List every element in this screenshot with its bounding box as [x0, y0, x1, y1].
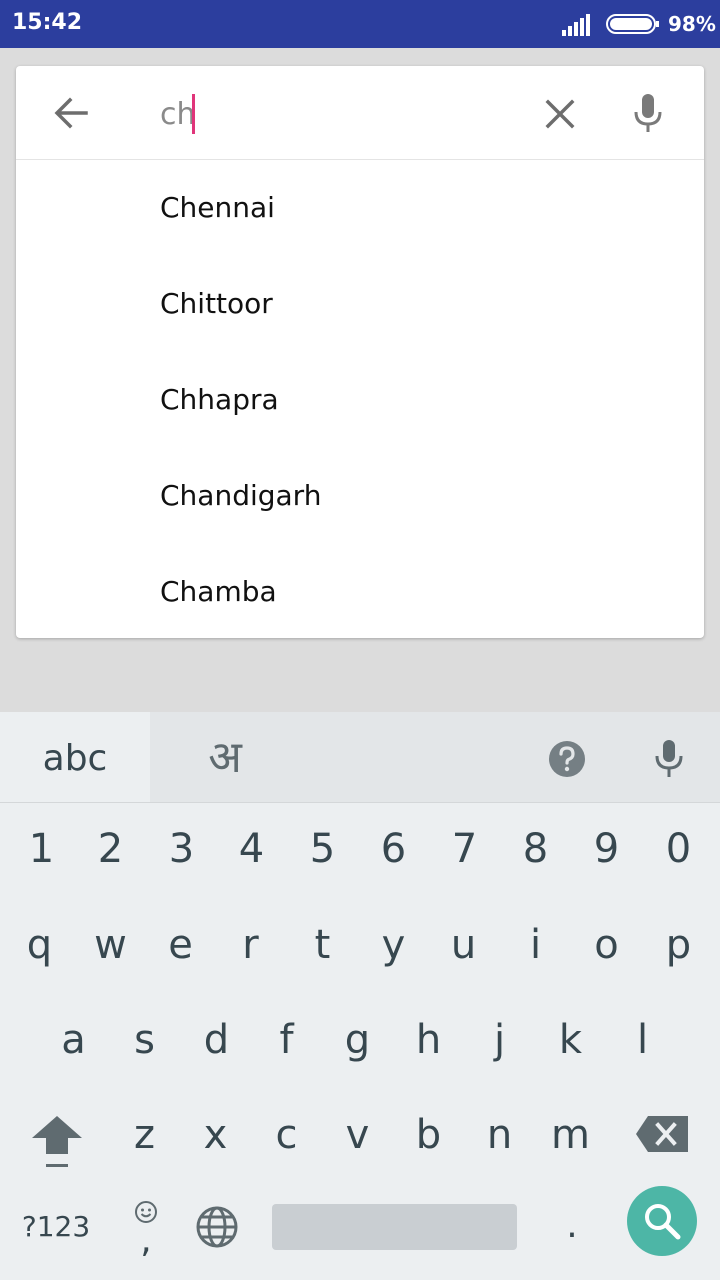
key-2[interactable]: 2 — [75, 802, 146, 896]
status-bar: 15:42 98% — [0, 0, 720, 48]
key-r[interactable]: r — [215, 898, 286, 992]
suggestion-item[interactable]: Chennai — [16, 160, 704, 256]
key-l[interactable]: l — [607, 993, 678, 1087]
comma-label: , — [140, 1220, 152, 1261]
key-s[interactable]: s — [109, 993, 180, 1087]
arrow-left-icon[interactable] — [50, 92, 92, 134]
key-z[interactable]: z — [109, 1088, 180, 1182]
key-h[interactable]: h — [393, 993, 464, 1087]
status-time: 15:42 — [12, 10, 83, 35]
mic-icon[interactable] — [628, 92, 668, 136]
key-v[interactable]: v — [322, 1088, 393, 1182]
key-8[interactable]: 8 — [500, 802, 571, 896]
help-icon[interactable] — [548, 740, 586, 778]
key-u[interactable]: u — [428, 898, 499, 992]
key-i[interactable]: i — [500, 898, 571, 992]
key-4[interactable]: 4 — [216, 802, 287, 896]
emoji-comma-key[interactable]: , — [120, 1194, 172, 1264]
key-j[interactable]: j — [464, 993, 535, 1087]
search-key[interactable] — [627, 1186, 697, 1256]
close-icon[interactable] — [540, 94, 580, 134]
key-g[interactable]: g — [322, 993, 393, 1087]
key-w[interactable]: w — [75, 898, 146, 992]
key-p[interactable]: p — [643, 898, 714, 992]
backspace-icon[interactable] — [634, 1114, 690, 1154]
key-q[interactable]: q — [4, 898, 75, 992]
key-y[interactable]: y — [358, 898, 429, 992]
key-m[interactable]: m — [535, 1088, 606, 1182]
key-f[interactable]: f — [251, 993, 322, 1087]
mic-icon[interactable] — [652, 738, 686, 780]
key-t[interactable]: t — [287, 898, 358, 992]
key-o[interactable]: o — [571, 898, 642, 992]
key-x[interactable]: x — [180, 1088, 251, 1182]
language-hindi-tab[interactable]: अ — [150, 712, 300, 802]
period-key[interactable]: . — [552, 1196, 592, 1256]
suggestion-item[interactable]: Chittoor — [16, 256, 704, 352]
key-9[interactable]: 9 — [571, 802, 642, 896]
keyboard-toolbar: abc अ — [0, 712, 720, 803]
search-input[interactable] — [160, 94, 520, 134]
suggestion-item[interactable]: Chandigarh — [16, 448, 704, 544]
signal-icon — [562, 14, 590, 36]
key-6[interactable]: 6 — [358, 802, 429, 896]
suggestion-list: Chennai Chittoor Chhapra Chandigarh Cham… — [16, 160, 704, 640]
key-0[interactable]: 0 — [643, 802, 714, 896]
key-5[interactable]: 5 — [287, 802, 358, 896]
space-bar[interactable] — [272, 1204, 517, 1250]
globe-icon[interactable] — [192, 1202, 242, 1252]
text-caret — [192, 94, 195, 134]
battery-icon — [606, 14, 659, 34]
key-c[interactable]: c — [251, 1088, 322, 1182]
suggestion-item[interactable]: Chamba — [16, 544, 704, 640]
key-7[interactable]: 7 — [429, 802, 500, 896]
key-1[interactable]: 1 — [6, 802, 77, 896]
suggestion-item[interactable]: Chhapra — [16, 352, 704, 448]
key-3[interactable]: 3 — [146, 802, 217, 896]
search-card: Chennai Chittoor Chhapra Chandigarh Cham… — [16, 66, 704, 638]
key-d[interactable]: d — [181, 993, 252, 1087]
key-b[interactable]: b — [393, 1088, 464, 1182]
symbols-key[interactable]: ?123 — [10, 1202, 102, 1252]
keyboard: abc अ 1 2 3 4 5 6 7 8 9 0 q w e r t y u … — [0, 712, 720, 1280]
key-k[interactable]: k — [535, 993, 606, 1087]
battery-percentage: 98% — [668, 12, 716, 36]
language-abc-tab[interactable]: abc — [0, 712, 150, 802]
key-e[interactable]: e — [145, 898, 216, 992]
key-a[interactable]: a — [38, 993, 109, 1087]
shift-icon[interactable] — [22, 1110, 92, 1174]
key-n[interactable]: n — [464, 1088, 535, 1182]
search-icon — [645, 1204, 681, 1240]
search-bar — [16, 66, 704, 160]
